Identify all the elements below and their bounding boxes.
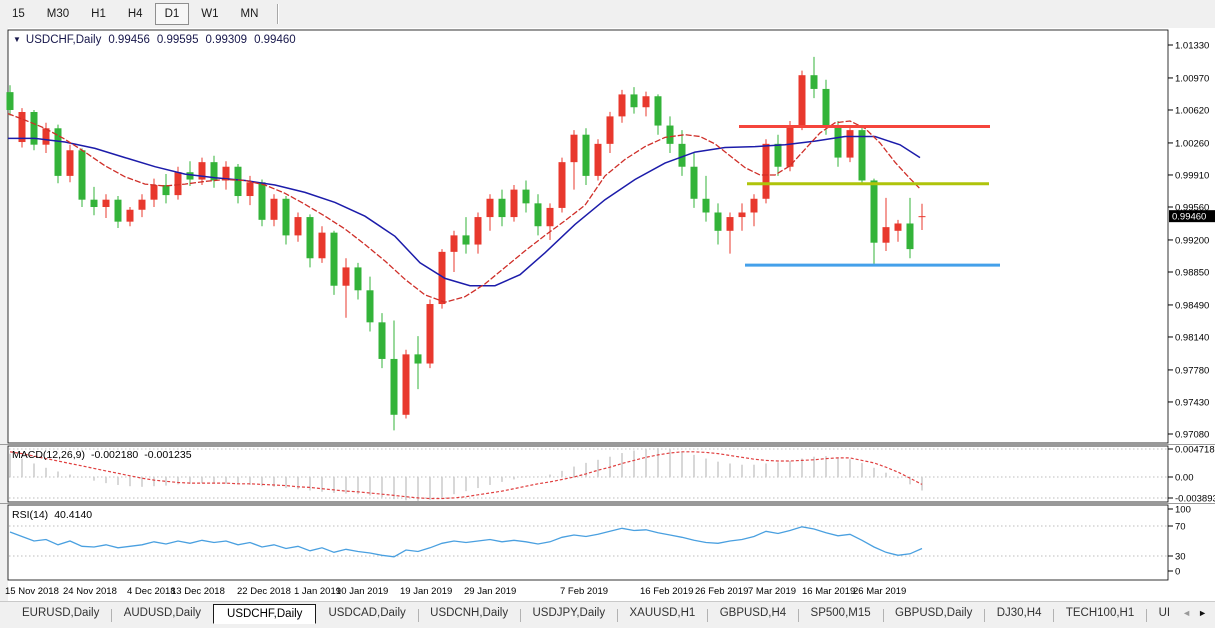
macd-name: MACD(12,26,9) <box>12 449 85 461</box>
date-axis-label: 22 Dec 2018 <box>237 586 291 597</box>
trading-terminal-window: 15M30H1H4D1W1MN 1.013301.009701.006201.0… <box>0 0 1215 628</box>
rsi-indicator-label: RSI(14) 40.4140 <box>12 509 92 521</box>
rsi-axis-label: 0 <box>1175 567 1180 578</box>
date-axis-label: 29 Jan 2019 <box>464 586 516 597</box>
date-axis-label: 26 Feb 2019 <box>695 586 748 597</box>
timeframe-button-15[interactable]: 15 <box>2 3 35 25</box>
date-axis-label: 16 Feb 2019 <box>640 586 693 597</box>
chart-canvas[interactable]: 1.01330 1.00970 1.00620 1.00260 0.99910 0.995… <box>0 28 1215 601</box>
tab-scroll-controls: ◄► <box>1182 604 1215 618</box>
price-axis-label: 0.97080 <box>1175 430 1209 441</box>
timeframe-button-d1[interactable]: D1 <box>155 3 190 25</box>
macd-signal-value: -0.001235 <box>144 449 191 461</box>
timeframe-button-m30[interactable]: M30 <box>37 3 79 25</box>
price-axis-label: 0.98850 <box>1175 267 1209 278</box>
symbol-tab-audusd-daily[interactable]: AUDUSD,Daily <box>112 604 213 622</box>
rsi-value: 40.4140 <box>54 509 92 521</box>
price-axis-label: 0.97780 <box>1175 365 1209 376</box>
ohlc-open: 0.99456 <box>108 34 150 46</box>
timeframe-button-w1[interactable]: W1 <box>191 3 228 25</box>
timeframe-toolbar: 15M30H1H4D1W1MN <box>0 0 1215 28</box>
ohlc-high: 0.99595 <box>157 34 199 46</box>
ohlc-low: 0.99309 <box>205 34 247 46</box>
macd-main-value: -0.002180 <box>91 449 138 461</box>
tab-scroll-left-icon[interactable]: ◄ <box>1182 608 1191 618</box>
rsi-name: RSI(14) <box>12 509 48 521</box>
macd-axis-label: -0.003893 <box>1175 494 1215 505</box>
toolbar-separator <box>277 4 279 24</box>
chart-symbol-label: USDCHF,Daily <box>26 34 101 46</box>
current-price-label: 0.99460 <box>1172 212 1206 223</box>
price-axis-label: 0.98140 <box>1175 332 1209 343</box>
symbol-tab-tech100-h1[interactable]: TECH100,H1 <box>1054 604 1146 622</box>
symbol-tab-bar: EURUSD,DailyAUDUSD,DailyUSDCHF,DailyUSDC… <box>0 601 1215 628</box>
macd-axis-label: 0.00 <box>1175 473 1194 484</box>
price-axis-label: 0.99200 <box>1175 235 1209 246</box>
macd-axis-label: 0.004718 <box>1175 445 1215 456</box>
date-axis-label: 15 Nov 2018 <box>5 586 59 597</box>
timeframe-button-mn[interactable]: MN <box>231 3 269 25</box>
date-axis-label: 16 Mar 2019 <box>802 586 855 597</box>
price-axis-label: 0.98490 <box>1175 300 1209 311</box>
symbol-tab-usdchf-daily[interactable]: USDCHF,Daily <box>213 604 316 624</box>
price-axis-label: 0.97430 <box>1175 397 1209 408</box>
rsi-axis-label: 70 <box>1175 522 1186 533</box>
symbol-tab-usdjpy-daily[interactable]: USDJPY,Daily <box>520 604 617 622</box>
date-axis-label: 7 Mar 2019 <box>748 586 796 597</box>
rsi-axis-label: 30 <box>1175 552 1186 563</box>
chart-title: ▼ USDCHF,Daily 0.99456 0.99595 0.99309 0.9946… <box>13 34 296 46</box>
symbol-tab-sp500-m15[interactable]: SP500,M15 <box>799 604 883 622</box>
date-axis-label: 7 Feb 2019 <box>560 586 608 597</box>
price-axis-label: 1.00970 <box>1175 73 1209 84</box>
rsi-panel-frame <box>8 505 1168 580</box>
timeframe-button-h1[interactable]: H1 <box>81 3 116 25</box>
symbol-tab-gbpusd-daily[interactable]: GBPUSD,Daily <box>883 604 984 622</box>
price-axis-label: 1.01330 <box>1175 41 1209 52</box>
chart-left-margin <box>0 28 8 601</box>
symbol-tab-usdcad-daily[interactable]: USDCAD,Daily <box>316 604 417 622</box>
macd-indicator-label: MACD(12,26,9) -0.002180 -0.001235 <box>12 449 192 461</box>
timeframe-button-h4[interactable]: H4 <box>118 3 153 25</box>
symbol-tab-eurusd-daily[interactable]: EURUSD,Daily <box>10 604 111 622</box>
date-axis-label: 24 Nov 2018 <box>63 586 117 597</box>
date-axis-label: 1 Jan 2019 <box>294 586 341 597</box>
symbol-tab-ui[interactable]: UI <box>1147 604 1183 622</box>
price-axis-label: 1.00620 <box>1175 105 1209 116</box>
rsi-axis-label: 100 <box>1175 505 1191 516</box>
date-axis-label: 4 Dec 2018 <box>127 586 176 597</box>
date-axis-label: 13 Dec 2018 <box>171 586 225 597</box>
symbol-tab-usdcnh-daily[interactable]: USDCNH,Daily <box>418 604 520 622</box>
symbol-dropdown-icon[interactable]: ▼ <box>13 35 21 44</box>
main-panel-frame <box>8 30 1168 443</box>
tab-scroll-right-icon[interactable]: ► <box>1198 608 1207 618</box>
date-axis-label: 19 Jan 2019 <box>400 586 452 597</box>
symbol-tab-dj30-h4[interactable]: DJ30,H4 <box>985 604 1054 622</box>
ohlc-close: 0.99460 <box>254 34 296 46</box>
date-axis-label: 26 Mar 2019 <box>853 586 906 597</box>
date-axis-label: 10 Jan 2019 <box>336 586 388 597</box>
price-axis-label: 1.00260 <box>1175 138 1209 149</box>
price-axis-label: 0.99910 <box>1175 170 1209 181</box>
symbol-tab-gbpusd-h4[interactable]: GBPUSD,H4 <box>708 604 798 622</box>
symbol-tab-xauusd-h1[interactable]: XAUUSD,H1 <box>618 604 708 622</box>
